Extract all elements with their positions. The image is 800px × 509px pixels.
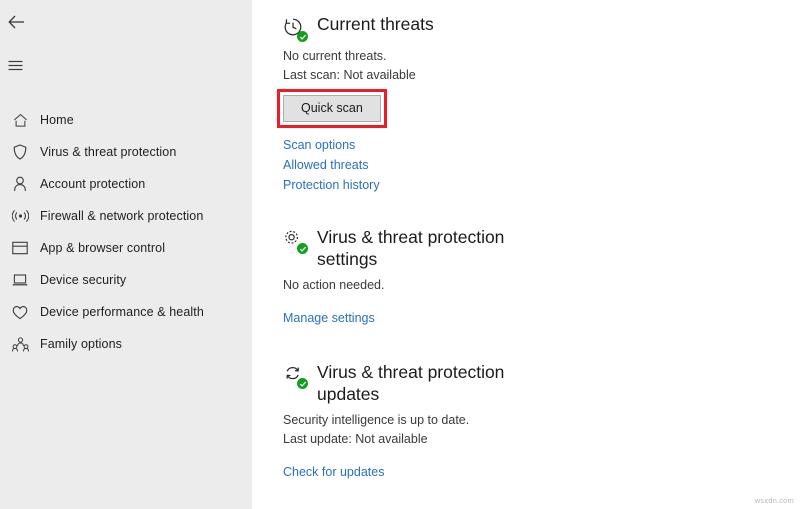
sidebar-top-controls: [0, 0, 252, 82]
sidebar-item-label: Home: [40, 113, 74, 127]
check-for-updates-link[interactable]: Check for updates: [283, 462, 384, 482]
section-header: Current threats: [283, 14, 800, 42]
windows-security-window: Home Virus & threat protection Account p…: [0, 0, 800, 509]
sidebar-item-label: Device performance & health: [40, 305, 204, 319]
hamburger-menu-icon: [8, 58, 23, 76]
green-check-badge: [297, 243, 308, 254]
settings-links: Manage settings: [283, 308, 800, 328]
last-update-text: Last update: Not available: [283, 432, 428, 446]
scan-options-link[interactable]: Scan options: [283, 135, 355, 155]
updates-links: Check for updates: [283, 462, 800, 482]
sidebar-item-label: Virus & threat protection: [40, 145, 177, 159]
current-threats-section: Current threats No current threats. Last…: [277, 14, 800, 195]
sidebar-item-device-security[interactable]: Device security: [0, 264, 252, 296]
no-action-needed-text: No action needed.: [283, 278, 385, 292]
green-check-badge: [297, 378, 308, 389]
gear-settings-icon: [283, 229, 308, 254]
protection-updates-section: Virus & threat protection updates Securi…: [283, 361, 800, 482]
laptop-icon: [6, 273, 34, 287]
back-button[interactable]: [0, 9, 46, 39]
section-title: Virus & threat protection updates: [317, 362, 505, 404]
green-check-badge: [297, 31, 308, 42]
browser-window-icon: [6, 241, 34, 255]
sidebar-item-app-browser-control[interactable]: App & browser control: [0, 232, 252, 264]
menu-button[interactable]: [0, 52, 46, 82]
watermark: wsxdn.com: [754, 496, 794, 505]
person-icon: [6, 176, 34, 192]
quick-scan-button[interactable]: Quick scan: [283, 95, 381, 122]
sidebar-item-label: Firewall & network protection: [40, 209, 204, 223]
main-content-pane: Current threats No current threats. Last…: [252, 0, 800, 509]
manage-settings-link[interactable]: Manage settings: [283, 308, 375, 328]
navigation-sidebar: Home Virus & threat protection Account p…: [0, 0, 252, 509]
sidebar-item-virus-threat-protection[interactable]: Virus & threat protection: [0, 136, 252, 168]
sidebar-item-family-options[interactable]: Family options: [0, 328, 252, 360]
home-icon: [6, 113, 34, 128]
section-header: Virus & threat protection settings: [283, 226, 800, 270]
family-people-icon: [6, 336, 34, 352]
shield-icon: [6, 144, 34, 160]
back-arrow-icon: [8, 15, 25, 34]
sidebar-item-label: App & browser control: [40, 241, 166, 255]
quick-scan-button-wrapper: Quick scan: [277, 89, 387, 128]
sidebar-item-label: Device security: [40, 273, 127, 287]
sidebar-item-list: Home Virus & threat protection Account p…: [0, 104, 252, 360]
section-title: Current threats: [317, 14, 434, 34]
protection-history-link[interactable]: Protection history: [283, 175, 380, 195]
security-intelligence-text: Security intelligence is up to date.: [283, 413, 470, 427]
sync-refresh-icon: [283, 364, 308, 389]
allowed-threats-link[interactable]: Allowed threats: [283, 155, 368, 175]
sidebar-item-account-protection[interactable]: Account protection: [0, 168, 252, 200]
sidebar-item-home[interactable]: Home: [0, 104, 252, 136]
heart-shield-icon: [6, 305, 34, 320]
sidebar-item-label: Account protection: [40, 177, 146, 191]
no-current-threats-text: No current threats.: [283, 49, 387, 63]
sidebar-item-label: Family options: [40, 337, 122, 351]
sidebar-item-device-performance-health[interactable]: Device performance & health: [0, 296, 252, 328]
sidebar-item-firewall-network-protection[interactable]: Firewall & network protection: [0, 200, 252, 232]
last-scan-text: Last scan: Not available: [283, 68, 416, 82]
section-header: Virus & threat protection updates: [283, 361, 800, 405]
current-threats-links: Scan options Allowed threats Protection …: [283, 135, 800, 195]
clock-history-icon: [283, 17, 308, 42]
wireless-signal-icon: [6, 209, 34, 223]
section-title: Virus & threat protection settings: [317, 227, 505, 269]
protection-settings-section: Virus & threat protection settings No ac…: [283, 226, 800, 328]
